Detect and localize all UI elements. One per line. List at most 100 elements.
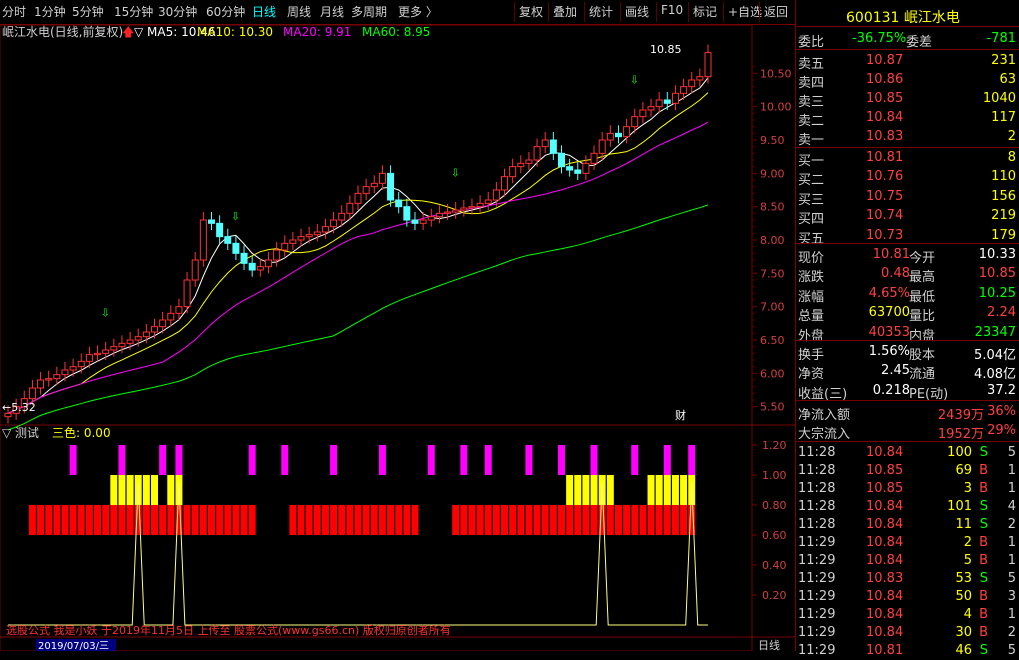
indicator-red-bar	[313, 505, 321, 535]
trade-price: 10.84	[866, 517, 904, 532]
ma-line-2	[7, 121, 709, 414]
stat-row-3: 总量 63700 量比 2.24	[796, 304, 1019, 325]
stat-value: 40353	[868, 324, 910, 340]
indicator-yellow-bar	[574, 475, 582, 505]
bid-volume: 219	[991, 208, 1016, 224]
candle-body	[191, 259, 199, 281]
indicator-red-bar	[126, 505, 134, 535]
toolbar-button-2[interactable]: 统计	[589, 3, 613, 20]
trade-count: 5	[1007, 571, 1016, 586]
flow-row-1: 大宗流入 1952万 29%	[796, 422, 1019, 442]
stock-code-name: 600131 岷江水电	[846, 10, 960, 26]
indicator-yellow-bar	[680, 475, 688, 505]
divider	[796, 400, 1019, 401]
period-tab-5[interactable]: 60分钟	[206, 3, 245, 20]
trade-count: 1	[1007, 481, 1016, 496]
fund-row-0: 换手 1.56% 股本 5.04亿	[796, 343, 1019, 363]
indicator-red-bar	[191, 505, 199, 535]
ask-price: 10.83	[866, 129, 904, 144]
period-tab-1[interactable]: 1分钟	[34, 3, 66, 20]
stat-value: 10.33	[978, 247, 1016, 262]
ask-price: 10.86	[866, 72, 904, 87]
toolbar-button-6[interactable]: +自选	[728, 3, 762, 20]
candle-body	[566, 166, 574, 171]
price-tick-label: 9.00	[760, 167, 785, 180]
toolbar-button-7[interactable]: 返回	[764, 3, 788, 20]
stat-label: 量比	[909, 309, 936, 325]
bid-row-3: 买四 10.74 219	[796, 207, 1019, 227]
indicator-red-bar	[541, 505, 549, 535]
candle-body	[281, 242, 289, 251]
candle-body	[167, 312, 175, 321]
bid-row-4: 买五 10.73 179	[796, 227, 1019, 247]
period-tab-6[interactable]: 日线	[252, 3, 276, 20]
period-tab-9[interactable]: 多周期	[351, 3, 387, 20]
kline-chart-svg[interactable]: 岷江水电(日线,前复权)🡅 ▽ MA5: 10.46MA10: 10.30 MA20…	[0, 9, 795, 652]
indicator-red-bar	[639, 505, 647, 535]
indicator-tick-label: 0.60	[762, 529, 787, 542]
period-tab-10[interactable]: 更多 〉	[398, 3, 438, 20]
period-tab-0[interactable]: 分时	[2, 3, 26, 20]
trade-row-4: 11:28 10.84 11 S 2	[796, 516, 1019, 534]
trade-price: 10.84	[866, 445, 904, 460]
candle-body	[574, 169, 582, 174]
trade-volume: 5	[963, 553, 972, 568]
trade-count: 2	[1007, 517, 1016, 532]
toolbar-button-0[interactable]: 复权	[519, 3, 543, 20]
stat-label: 总量	[798, 309, 825, 325]
fund-value: 37.2	[987, 382, 1016, 398]
indicator-magenta-bar	[118, 445, 126, 475]
period-tab-4[interactable]: 30分钟	[158, 3, 197, 20]
trade-count: 4	[1007, 499, 1016, 514]
indicator-red-bar	[582, 505, 590, 535]
candle-body	[517, 162, 525, 168]
indicator-red-bar	[549, 505, 557, 535]
price-tick-label: 8.00	[760, 234, 785, 247]
indicator-magenta-bar	[378, 445, 386, 475]
indicator-magenta-bar	[175, 445, 183, 475]
trade-price: 10.84	[866, 607, 904, 622]
indicator-red-bar	[468, 505, 476, 535]
fund-label: PE(动)	[909, 386, 949, 402]
candle-body	[28, 387, 36, 400]
toolbar-button-4[interactable]: F10	[661, 3, 683, 17]
period-tab-2[interactable]: 5分钟	[72, 3, 104, 20]
divider	[796, 441, 1019, 442]
chart-area[interactable]: 岷江水电(日线,前复权) 🡅 ▽ MA5: 10.46 MA10: 10.30 MA20…	[0, 9, 795, 652]
toolbar-button-3[interactable]: 画线	[625, 3, 649, 20]
chart-title: 岷江水电(日线,前复权)	[2, 25, 123, 39]
candle-body	[387, 172, 395, 201]
stat-label: 今开	[909, 251, 936, 266]
bid-volume: 110	[991, 169, 1016, 185]
period-tab-3[interactable]: 15分钟	[114, 3, 153, 20]
candle-body	[248, 262, 256, 271]
candle-body	[663, 99, 671, 104]
ask-row-2: 卖三 10.85 1040	[796, 90, 1019, 110]
ask-row-1: 卖四 10.86 63	[796, 71, 1019, 91]
indicator-red-bar	[387, 505, 395, 535]
trade-row-10: 11:29 10.84 30 B 2	[796, 624, 1019, 642]
ma-line-0	[7, 77, 709, 414]
indicator-red-bar	[183, 505, 191, 535]
indicator-red-bar	[509, 505, 517, 535]
toolbar-separator	[548, 2, 549, 22]
bid-label: 买三	[798, 192, 825, 208]
period-tab-7[interactable]: 周线	[287, 3, 311, 20]
indicator-magenta-bar	[248, 445, 256, 475]
toolbar-button-1[interactable]: 叠加	[553, 3, 577, 20]
candle-body	[557, 152, 565, 168]
toolbar-button-5[interactable]: 标记	[693, 3, 717, 20]
indicator-yellow-bar	[151, 475, 159, 505]
candle-body	[45, 378, 53, 381]
bid-row-0: 买一 10.81 8	[796, 149, 1019, 169]
ask-volume: 2	[1007, 129, 1016, 144]
candle-body	[297, 236, 305, 241]
down-arrow-icon: ⇩	[630, 73, 639, 86]
ask-row-3: 卖二 10.84 117	[796, 109, 1019, 129]
indicator-red-bar	[37, 505, 45, 535]
indicator-red-bar	[647, 505, 655, 535]
indicator-red-bar	[533, 505, 541, 535]
bid-row-1: 买二 10.76 110	[796, 168, 1019, 188]
period-tab-8[interactable]: 月线	[320, 3, 344, 20]
trade-row-2: 11:28 10.85 3 B 1	[796, 480, 1019, 498]
